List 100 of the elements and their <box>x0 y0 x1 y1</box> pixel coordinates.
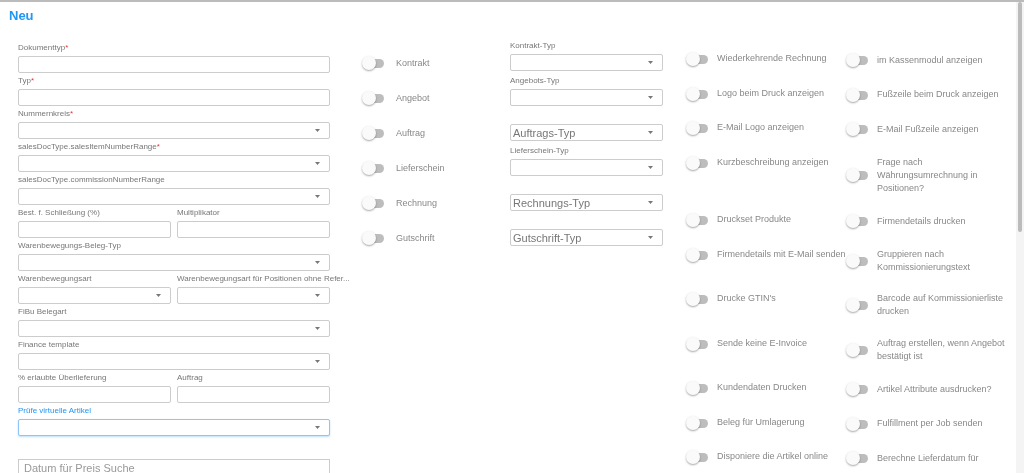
field-label: Kontrakt-Typ <box>510 41 556 51</box>
caret-icon <box>315 426 320 429</box>
input-field[interactable] <box>177 386 330 403</box>
toggle-switch[interactable] <box>686 213 708 228</box>
dropdown-field[interactable] <box>18 353 330 370</box>
toggle-switch[interactable] <box>846 87 868 102</box>
input-field[interactable] <box>177 221 330 238</box>
dropdown-field[interactable] <box>18 320 330 337</box>
dropdown-field[interactable] <box>18 122 330 139</box>
caret-icon <box>315 129 320 132</box>
toggle-switch[interactable] <box>846 168 868 183</box>
field-label: Warenbewegungs-Beleg-Typ <box>18 241 121 251</box>
toggle-switch[interactable] <box>846 122 868 137</box>
dropdown-field[interactable]: Gutschrift-Typ <box>510 229 663 246</box>
dropdown-field[interactable] <box>18 419 330 436</box>
toggle-label: Kurzbeschreibung anzeigen <box>717 155 829 169</box>
toggle-label: Rechnung <box>396 197 438 208</box>
caret-icon <box>648 61 653 64</box>
caret-icon <box>156 294 161 297</box>
field-label: Finance template <box>18 340 80 350</box>
toggle-label: Druckset Produkte <box>717 213 792 227</box>
toggle-label: Auftrag erstellen, wenn Angebot bestätigt ist <box>877 336 1006 363</box>
dropdown-field[interactable] <box>510 54 663 71</box>
dropdown-field[interactable] <box>18 287 171 304</box>
toggle-switch[interactable] <box>846 298 868 313</box>
toggle-switch[interactable] <box>362 230 384 245</box>
field-label: Warenbewegungsart <box>18 274 92 284</box>
field-label: salesDocType.commissionNumberRange <box>18 175 165 185</box>
toggle-label: Kundendaten Drucken <box>717 381 807 395</box>
caret-icon <box>315 162 320 165</box>
input-field[interactable] <box>18 89 330 106</box>
input-field[interactable] <box>18 386 171 403</box>
toggle-label: im Kassenmodul anzeigen <box>877 53 983 67</box>
caret-icon <box>648 166 653 169</box>
toggle-label: Fußzeile beim Druck anzeigen <box>877 88 999 102</box>
field-label: Dokumenttyp* <box>18 43 69 53</box>
field-label: FiBu Belegart <box>18 307 67 317</box>
toggle-switch[interactable] <box>686 121 708 136</box>
toggle-switch[interactable] <box>362 125 384 140</box>
input-field[interactable]: Datum für Preis Suche <box>18 459 330 473</box>
toggle-switch[interactable] <box>686 415 708 430</box>
toggle-switch[interactable] <box>846 451 868 466</box>
toggle-label: Firmendetails drucken <box>877 214 966 228</box>
toggle-label: Angebot <box>396 92 430 103</box>
field-label: Best. f. Schließung (%) <box>18 208 100 218</box>
toggle-switch[interactable] <box>846 253 868 268</box>
toggle-label: Logo beim Druck anzeigen <box>717 86 825 100</box>
toggle-label: Beleg für Umlagerung <box>717 415 805 429</box>
scrollbar-thumb[interactable] <box>1018 2 1022 232</box>
toggle-label: Disponiere die Artikel online <box>717 450 829 464</box>
dropdown-field[interactable] <box>177 287 330 304</box>
toggle-switch[interactable] <box>686 52 708 66</box>
input-field[interactable] <box>18 221 171 238</box>
dropdown-field[interactable] <box>18 254 330 271</box>
toggle-switch[interactable] <box>686 336 708 351</box>
toggle-switch[interactable] <box>686 381 708 396</box>
toggle-switch[interactable] <box>686 86 708 101</box>
toggle-switch[interactable] <box>686 247 708 262</box>
dropdown-field[interactable] <box>18 188 330 205</box>
toggle-switch[interactable] <box>362 195 384 210</box>
dropdown-field[interactable]: Auftrags-Typ <box>510 124 663 141</box>
dropdown-field[interactable] <box>510 159 663 176</box>
toggle-label: Wiederkehrende Rechnung <box>717 52 827 65</box>
dialog-title: Neu <box>8 7 35 23</box>
toggle-switch[interactable] <box>362 55 384 70</box>
caret-icon <box>315 195 320 198</box>
field-label: salesDocType.salesItemNumberRange* <box>18 142 160 152</box>
toggle-switch[interactable] <box>362 90 384 105</box>
toggle-label: Sende keine E-Invoice <box>717 336 808 350</box>
field-label: Typ* <box>18 76 35 86</box>
toggle-switch[interactable] <box>686 155 708 170</box>
toggle-label: Fulfillment per Job senden <box>877 417 983 431</box>
toggle-label: Firmendetails mit E-Mail senden <box>717 247 846 261</box>
toggle-switch[interactable] <box>686 450 708 465</box>
toggle-label: Artikel Attribute ausdrucken? <box>877 382 992 396</box>
field-label: Auftrag <box>177 373 203 383</box>
toggle-label: Berechne Lieferdatum für <box>877 451 979 465</box>
field-label: Nummernkreis* <box>18 109 74 119</box>
caret-icon <box>315 360 320 363</box>
toggle-label: Gruppieren nach Kommissionierungstext <box>877 247 972 274</box>
field-label: Angebots-Typ <box>510 76 560 86</box>
dropdown-field[interactable] <box>510 89 663 106</box>
caret-icon <box>648 201 653 204</box>
caret-icon <box>315 261 320 264</box>
toggle-label: Lieferschein <box>396 162 445 173</box>
caret-icon <box>648 236 653 239</box>
toggle-switch[interactable] <box>846 342 868 357</box>
toggle-switch[interactable] <box>846 53 868 67</box>
toggle-label: Kontrakt <box>396 57 430 68</box>
toggle-switch[interactable] <box>846 416 868 431</box>
caret-icon <box>648 96 653 99</box>
toggle-switch[interactable] <box>846 382 868 397</box>
toggle-switch[interactable] <box>846 214 868 229</box>
input-field[interactable] <box>18 56 330 73</box>
dropdown-field[interactable]: Rechnungs-Typ <box>510 194 663 211</box>
field-label: Multiplikator <box>177 208 220 218</box>
toggle-switch[interactable] <box>362 160 384 175</box>
toggle-switch[interactable] <box>686 292 708 307</box>
dropdown-field[interactable] <box>18 155 330 172</box>
toggle-label: Frage nach Währungsumrechnung in Positionen? <box>877 155 979 195</box>
